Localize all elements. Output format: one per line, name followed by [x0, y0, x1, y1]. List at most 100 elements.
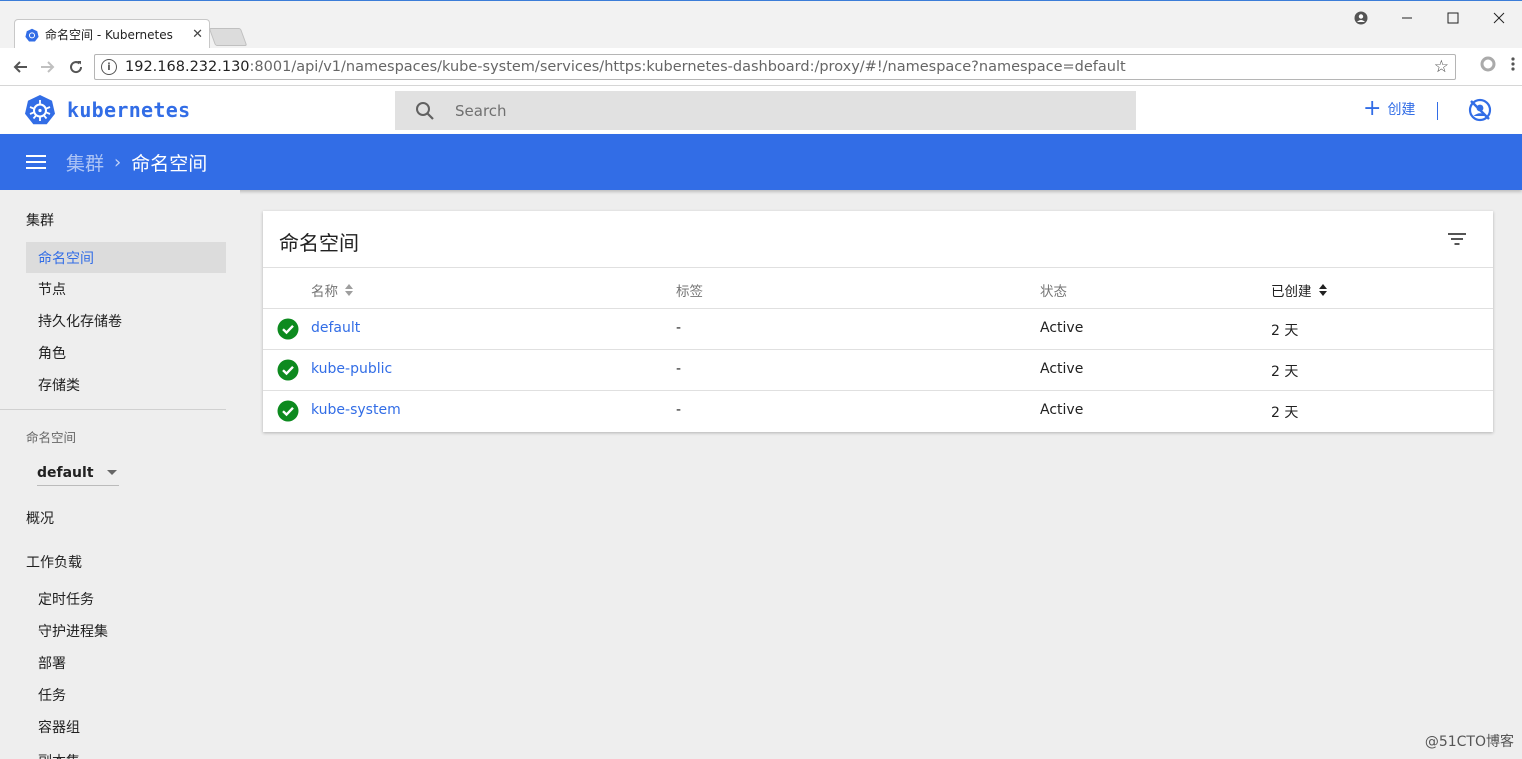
- namespace-select[interactable]: default: [37, 460, 119, 486]
- page-title: 命名空间: [131, 152, 208, 175]
- url-host: 192.168.232.130: [125, 59, 250, 75]
- kubernetes-favicon-icon: [25, 28, 39, 41]
- sidebar-item-namespaces[interactable]: 命名空间: [26, 242, 226, 273]
- sidebar-item-label: 命名空间: [38, 250, 94, 267]
- table-row: kube-system - Active 2 天: [263, 391, 1493, 432]
- bookmark-star-icon[interactable]: ☆: [1434, 57, 1449, 77]
- dropdown-arrow-icon: [107, 470, 117, 475]
- table-row: default - Active 2 天: [263, 309, 1493, 350]
- table-header: 名称 标签 状态 已创建: [263, 267, 1493, 309]
- browser-tab-bar: 命名空间 - Kubernetes ✕: [0, 0, 1522, 49]
- sidebar-item-replica-sets[interactable]: 副本集: [26, 743, 226, 759]
- new-tab-button[interactable]: [208, 28, 248, 46]
- sidebar-item-overview[interactable]: 概况: [26, 508, 54, 528]
- browser-tab[interactable]: 命名空间 - Kubernetes ✕: [14, 19, 210, 49]
- sidebar-item-label: 持久化存储卷: [38, 313, 122, 330]
- check-circle-icon: [277, 318, 299, 340]
- namespace-status: Active: [1040, 361, 1084, 377]
- sidebar-item-label: 存储类: [38, 377, 80, 394]
- sort-icon: [1318, 284, 1327, 296]
- sidebar-item-label: 任务: [38, 687, 66, 704]
- namespace-name-link[interactable]: kube-public: [311, 361, 392, 377]
- sidebar-item-nodes[interactable]: 节点: [26, 273, 226, 304]
- namespace-labels: -: [676, 320, 682, 336]
- sidebar-item-label: 副本集: [38, 751, 80, 759]
- search-icon: [416, 101, 434, 120]
- user-hidden-icon[interactable]: [1468, 98, 1492, 122]
- header-divider: [1437, 102, 1438, 120]
- sidebar-item-label: 定时任务: [38, 591, 94, 608]
- sidebar-item-roles[interactable]: 角色: [26, 337, 226, 368]
- namespace-status: Active: [1040, 402, 1084, 418]
- sidebar-item-pods[interactable]: 容器组: [26, 711, 226, 742]
- sidebar-heading-workloads[interactable]: 工作负载: [26, 552, 82, 572]
- sidebar-item-deployments[interactable]: 部署: [26, 647, 226, 678]
- column-label: 状态: [1040, 284, 1067, 300]
- sidebar-nav: 集群 命名空间 节点 持久化存储卷 角色 存储类 命名空间 default 概况…: [0, 190, 240, 759]
- search-input[interactable]: Search: [395, 91, 1136, 130]
- person-icon[interactable]: [1338, 7, 1384, 29]
- url-path: :8001/api/v1/namespaces/kube-system/serv…: [249, 59, 1126, 75]
- app-header: kubernetes Search + 创建: [0, 86, 1522, 134]
- tab-close-icon[interactable]: ✕: [192, 27, 203, 42]
- namespace-name-link[interactable]: default: [311, 320, 360, 336]
- check-circle-icon: [277, 400, 299, 422]
- reload-icon[interactable]: [62, 53, 90, 81]
- check-circle-icon: [277, 359, 299, 381]
- url-input[interactable]: i 192.168.232.130:8001/api/v1/namespaces…: [94, 54, 1456, 80]
- breadcrumb-toolbar: 集群 › 命名空间: [0, 134, 1522, 190]
- kubernetes-logo[interactable]: kubernetes: [24, 94, 190, 126]
- column-header-labels: 标签: [676, 280, 703, 300]
- address-bar: i 192.168.232.130:8001/api/v1/namespaces…: [0, 48, 1522, 86]
- namespace-age: 2 天: [1271, 405, 1299, 421]
- sidebar-item-daemon-sets[interactable]: 守护进程集: [26, 615, 226, 646]
- kubernetes-wheel-icon: [25, 95, 55, 125]
- minimize-icon[interactable]: [1384, 7, 1430, 29]
- close-icon[interactable]: [1476, 7, 1522, 29]
- column-header-name[interactable]: 名称: [311, 280, 353, 300]
- filter-icon[interactable]: [1447, 231, 1467, 247]
- browser-menu-icon[interactable]: [1510, 56, 1516, 76]
- namespace-labels: -: [676, 361, 682, 377]
- watermark: @51CTO博客: [1424, 734, 1514, 750]
- column-header-status: 状态: [1040, 280, 1067, 300]
- namespaces-card: 命名空间 名称 标签 状态 已创建 default - Active 2 天 k…: [263, 211, 1493, 432]
- namespace-name-link[interactable]: kube-system: [311, 402, 401, 418]
- window-controls: [1338, 7, 1522, 29]
- create-button[interactable]: + 创建: [1363, 98, 1415, 120]
- search-placeholder: Search: [455, 101, 507, 120]
- sort-icon: [345, 284, 353, 296]
- namespace-selector-label: 命名空间: [26, 430, 77, 445]
- namespace-labels: -: [676, 402, 682, 418]
- forward-arrow-icon[interactable]: [34, 53, 62, 81]
- table-row: kube-public - Active 2 天: [263, 350, 1493, 391]
- sidebar-item-persistent-volumes[interactable]: 持久化存储卷: [26, 305, 226, 336]
- sidebar-item-storage-classes[interactable]: 存储类: [26, 369, 226, 400]
- sidebar-heading-cluster[interactable]: 集群: [26, 210, 54, 230]
- column-label: 已创建: [1271, 284, 1312, 300]
- create-label: 创建: [1387, 102, 1416, 118]
- chevron-right-icon: ›: [114, 151, 122, 173]
- site-info-icon[interactable]: i: [101, 59, 117, 75]
- back-arrow-icon[interactable]: [6, 53, 34, 81]
- plus-icon: +: [1363, 96, 1382, 121]
- hamburger-menu-icon[interactable]: [26, 151, 46, 173]
- extension-icon[interactable]: [1480, 56, 1496, 76]
- sidebar-divider: [0, 409, 226, 410]
- browser-actions: [1480, 56, 1516, 76]
- sidebar-item-cron-jobs[interactable]: 定时任务: [26, 583, 226, 614]
- sidebar-item-label: 容器组: [38, 719, 80, 736]
- column-label: 名称: [311, 284, 338, 300]
- breadcrumb-cluster[interactable]: 集群: [66, 149, 104, 176]
- namespace-selected-value: default: [37, 464, 94, 481]
- maximize-icon[interactable]: [1430, 7, 1476, 29]
- sidebar-item-label: 角色: [38, 345, 66, 362]
- sidebar-item-label: 节点: [38, 281, 66, 298]
- sidebar-item-jobs[interactable]: 任务: [26, 679, 226, 710]
- column-header-created[interactable]: 已创建: [1271, 280, 1327, 300]
- namespace-age: 2 天: [1271, 323, 1299, 339]
- namespace-status: Active: [1040, 320, 1084, 336]
- sidebar-item-label: 守护进程集: [38, 623, 108, 640]
- sidebar-item-label: 部署: [38, 655, 66, 672]
- brand-name: kubernetes: [67, 98, 191, 122]
